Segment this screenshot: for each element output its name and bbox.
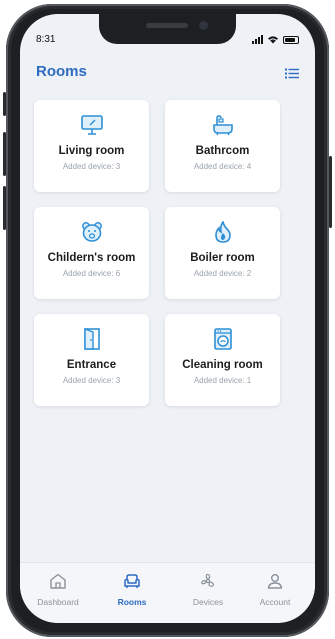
- room-name: Entrance: [66, 359, 117, 371]
- camera: [199, 21, 208, 30]
- room-device-count: Added device: 1: [193, 376, 252, 385]
- room-card-living-room[interactable]: Living room Added device: 3: [34, 100, 149, 192]
- room-device-count: Added dexice: 4: [193, 162, 252, 171]
- list-menu-icon[interactable]: [285, 66, 299, 84]
- app-screen: 8:31 Rooms Living room Added device: 3 B…: [20, 14, 315, 623]
- status-icons: [252, 35, 299, 44]
- teddy-bear-icon: [81, 222, 102, 242]
- room-card-entrance[interactable]: Entrance Added device: 3: [34, 314, 149, 406]
- tab-label: Devices: [192, 597, 224, 607]
- notch: [99, 14, 236, 44]
- page-title: Rooms: [36, 63, 87, 80]
- side-button: [3, 92, 6, 116]
- fan-icon: [201, 573, 215, 587]
- user-icon: [267, 574, 283, 589]
- home-icon: [50, 573, 66, 589]
- room-name: Cleaning room: [182, 359, 263, 371]
- battery-icon: [283, 35, 299, 44]
- room-name: Living room: [58, 145, 125, 157]
- room-name: Boiler room: [190, 252, 255, 264]
- tab-label: Rooms: [117, 597, 147, 607]
- bottom-tab-bar: Dashboard Rooms Devices Account: [20, 562, 315, 623]
- tv-icon: [80, 115, 103, 135]
- speaker: [146, 23, 188, 28]
- tab-label: Account: [259, 597, 291, 607]
- volume-down-button: [3, 186, 6, 230]
- room-card-boiler-room[interactable]: Boiler room Added device: 2: [165, 207, 280, 299]
- door-icon: [83, 328, 100, 350]
- room-card-childrens-room[interactable]: Childern's room Added device: 6: [34, 207, 149, 299]
- tab-dashboard[interactable]: Dashboard: [28, 573, 88, 607]
- tab-rooms[interactable]: Rooms: [102, 573, 162, 607]
- wifi-icon: [268, 36, 278, 44]
- room-device-count: Added device: 2: [193, 269, 252, 278]
- room-card-bathroom[interactable]: Bathrcom Added dexice: 4: [165, 100, 280, 192]
- washing-machine-icon: [213, 328, 232, 350]
- room-card-cleaning-room[interactable]: Cleaning room Added device: 1: [165, 314, 280, 406]
- room-name: Childern's room: [47, 252, 136, 264]
- status-time: 8:31: [36, 34, 56, 45]
- room-device-count: Added device: 6: [62, 269, 121, 278]
- bathtub-icon: [212, 115, 233, 136]
- room-device-count: Added device: 3: [62, 376, 121, 385]
- signal-icon: [252, 35, 263, 44]
- room-device-count: Added device: 3: [62, 162, 121, 171]
- sofa-icon: [124, 574, 140, 588]
- power-button: [329, 156, 332, 228]
- tab-devices[interactable]: Devices: [178, 573, 238, 607]
- room-name: Bathrcom: [195, 145, 250, 157]
- tab-account[interactable]: Account: [245, 573, 305, 607]
- tab-label: Dashboard: [37, 597, 79, 607]
- flame-icon: [214, 221, 231, 243]
- volume-up-button: [3, 132, 6, 176]
